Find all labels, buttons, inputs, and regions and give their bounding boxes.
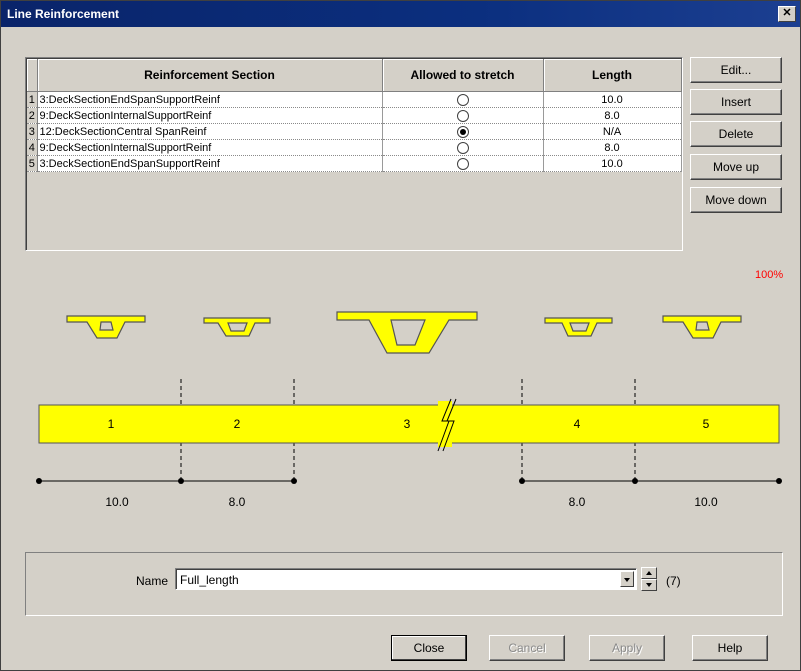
stretch-radio[interactable] [456, 157, 469, 170]
name-spinner[interactable] [641, 567, 657, 591]
cancel-button[interactable]: Cancel [489, 635, 565, 661]
table-row[interactable]: 5 3:DeckSectionEndSpanSupportReinf 10.0 [27, 155, 682, 172]
stretch-cell[interactable] [382, 123, 544, 140]
column-header-length[interactable]: Length [543, 59, 682, 92]
name-combobox[interactable]: Full_length [175, 568, 637, 590]
length-cell[interactable]: 10.0 [543, 155, 682, 172]
close-icon[interactable]: ✕ [778, 6, 796, 22]
name-value[interactable]: Full_length [180, 573, 239, 587]
delete-button[interactable]: Delete [690, 121, 782, 147]
deck-section-shape-2 [203, 317, 271, 337]
help-button[interactable]: Help [692, 635, 768, 661]
name-label: Name [136, 574, 169, 588]
row-number: 1 [27, 91, 38, 108]
move-down-button[interactable]: Move down [690, 187, 782, 213]
name-count: (7) [666, 574, 681, 588]
deck-section-shape-1 [66, 315, 146, 339]
stretch-radio[interactable] [456, 109, 469, 122]
dimension-label-2: 8.0 [229, 495, 246, 509]
edit-button[interactable]: Edit... [690, 57, 782, 83]
table-row[interactable]: 3 12:DeckSectionCentral SpanReinf N/A [27, 123, 682, 140]
title-bar: Line Reinforcement ✕ [1, 1, 800, 27]
row-number: 2 [27, 107, 38, 124]
row-number-header [27, 59, 38, 92]
reinforcement-grid: Reinforcement Section Allowed to stretch… [25, 57, 683, 251]
segment-label-3: 3 [404, 417, 411, 431]
spin-up-icon[interactable] [641, 567, 657, 579]
deck-section-shape-3 [336, 311, 478, 354]
segment-label-2: 2 [234, 417, 241, 431]
section-layout-diagram: 1 2 3 4 5 10.0 8.0 8.0 10.0 [36, 311, 782, 509]
segment-label-5: 5 [703, 417, 710, 431]
stretch-cell[interactable] [382, 155, 544, 172]
apply-button[interactable]: Apply [589, 635, 665, 661]
section-cell[interactable]: 9:DeckSectionInternalSupportReinf [37, 139, 383, 156]
table-row[interactable]: 2 9:DeckSectionInternalSupportReinf 8.0 [27, 107, 682, 124]
dimension-label-1: 10.0 [105, 495, 129, 509]
stretch-cell[interactable] [382, 107, 544, 124]
deck-section-shape-4 [544, 317, 613, 337]
stretch-cell[interactable] [382, 91, 544, 108]
column-header-section[interactable]: Reinforcement Section [37, 59, 383, 92]
dimension-label-4: 8.0 [569, 495, 586, 509]
segment-label-1: 1 [108, 417, 115, 431]
window-title: Line Reinforcement [7, 7, 120, 21]
spin-down-icon[interactable] [641, 579, 657, 591]
row-number: 3 [27, 123, 38, 140]
table-header-row: Reinforcement Section Allowed to stretch… [27, 59, 682, 92]
section-cell[interactable]: 12:DeckSectionCentral SpanReinf [37, 123, 383, 140]
section-cell[interactable]: 9:DeckSectionInternalSupportReinf [37, 107, 383, 124]
table-row[interactable]: 1 3:DeckSectionEndSpanSupportReinf 10.0 [27, 91, 682, 108]
length-cell[interactable]: 8.0 [543, 139, 682, 156]
stretch-radio-selected[interactable] [456, 125, 469, 138]
segment-label-4: 4 [574, 417, 581, 431]
stretch-cell[interactable] [382, 139, 544, 156]
line-reinforcement-dialog: Line Reinforcement ✕ Reinforcement Secti… [0, 0, 801, 671]
length-cell[interactable]: 8.0 [543, 107, 682, 124]
column-header-stretch[interactable]: Allowed to stretch [382, 59, 544, 92]
row-number: 4 [27, 139, 38, 156]
length-cell[interactable]: N/A [543, 123, 682, 140]
chevron-down-icon[interactable] [620, 571, 634, 587]
section-cell[interactable]: 3:DeckSectionEndSpanSupportReinf [37, 91, 383, 108]
section-cell[interactable]: 3:DeckSectionEndSpanSupportReinf [37, 155, 383, 172]
deck-section-shape-5 [662, 315, 742, 339]
zoom-label: 100% [755, 269, 784, 281]
close-button[interactable]: Close [391, 635, 467, 661]
row-number: 5 [27, 155, 38, 172]
cross-section-shapes [66, 311, 742, 354]
stretch-radio[interactable] [456, 93, 469, 106]
reinforcement-table: Reinforcement Section Allowed to stretch… [27, 59, 682, 172]
dimension-label-5: 10.0 [694, 495, 718, 509]
length-cell[interactable]: 10.0 [543, 91, 682, 108]
insert-button[interactable]: Insert [690, 89, 782, 115]
move-up-button[interactable]: Move up [690, 154, 782, 180]
table-row[interactable]: 4 9:DeckSectionInternalSupportReinf 8.0 [27, 139, 682, 156]
stretch-radio[interactable] [456, 141, 469, 154]
